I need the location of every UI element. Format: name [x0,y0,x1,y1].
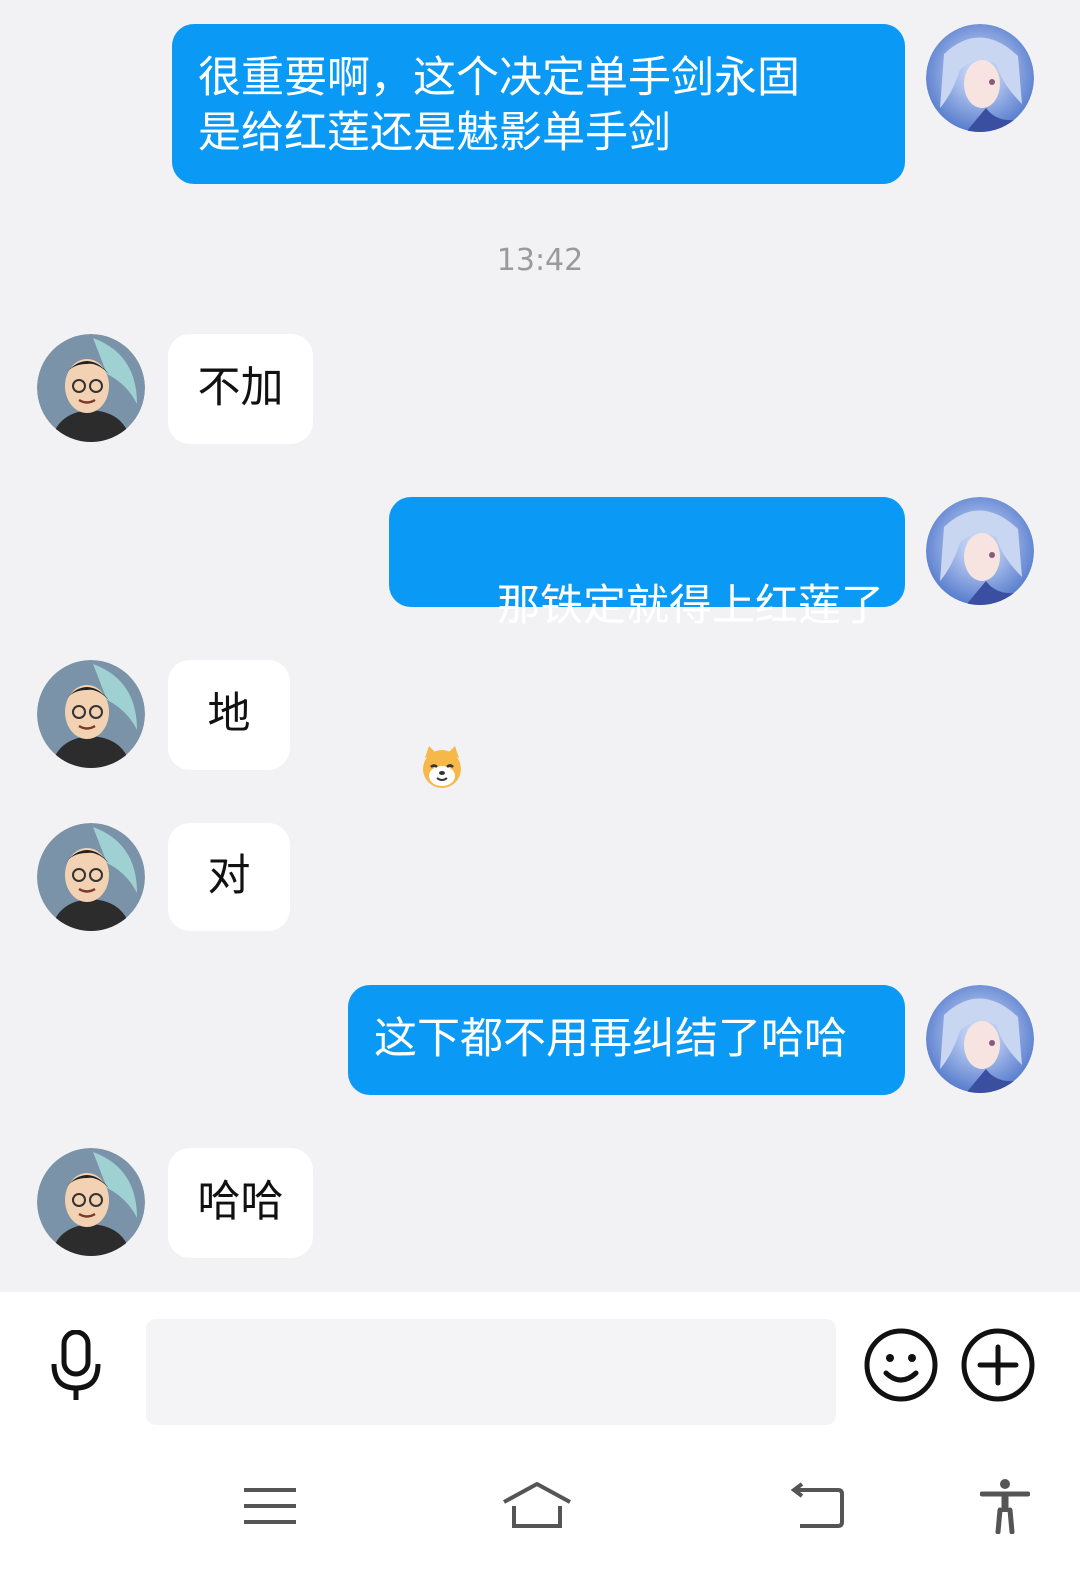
cartoon-avatar-image [37,823,145,931]
accessibility-icon[interactable] [980,1478,1030,1534]
smiley-icon[interactable] [863,1327,939,1403]
message-row: 地 [0,660,1080,770]
microphone-icon[interactable] [46,1330,106,1402]
my-avatar[interactable] [926,24,1034,132]
cartoon-avatar-image [37,660,145,768]
home-icon[interactable] [500,1480,574,1530]
menu-icon[interactable] [242,1484,298,1528]
my-avatar[interactable] [926,497,1034,605]
anime-avatar-image [926,24,1034,132]
contact-avatar[interactable] [37,1148,145,1256]
contact-avatar[interactable] [37,334,145,442]
cartoon-avatar-image [37,334,145,442]
my-message-bubble[interactable]: 很重要啊，这个决定单手剑永固 是给红莲还是魅影单手剑 [172,24,905,184]
back-icon[interactable] [790,1482,846,1530]
contact-message-bubble[interactable]: 地 [168,660,290,770]
message-row: 那铁定就得上红莲了 [0,497,1080,788]
message-text: 那铁定就得上红莲了 [497,581,885,631]
my-message-bubble[interactable]: 那铁定就得上红莲了 [389,497,905,788]
message-input[interactable] [146,1319,836,1425]
message-input-bar [0,1292,1080,1440]
contact-avatar[interactable] [37,660,145,768]
contact-message-bubble[interactable]: 对 [168,823,290,931]
message-row: 哈哈 [0,1148,1080,1258]
cartoon-avatar-image [37,1148,145,1256]
my-avatar[interactable] [926,985,1034,1093]
my-message-bubble[interactable]: 这下都不用再纠结了哈哈 [348,985,905,1095]
chat-area[interactable]: 很重要啊，这个决定单手剑永固 是给红莲还是魅影单手剑 13:42 不加 那铁定就… [0,0,1080,1292]
contact-message-bubble[interactable]: 不加 [168,334,313,444]
plus-circle-icon[interactable] [960,1327,1036,1403]
timestamp: 13:42 [496,243,584,278]
message-row: 不加 [0,334,1080,444]
anime-avatar-image [926,985,1034,1093]
message-row: 对 [0,823,1080,931]
message-row: 很重要啊，这个决定单手剑永固 是给红莲还是魅影单手剑 [0,24,1080,184]
system-navigation-bar [0,1440,1080,1580]
contact-message-bubble[interactable]: 哈哈 [168,1148,313,1258]
contact-avatar[interactable] [37,823,145,931]
message-row: 这下都不用再纠结了哈哈 [0,985,1080,1095]
anime-avatar-image [926,497,1034,605]
